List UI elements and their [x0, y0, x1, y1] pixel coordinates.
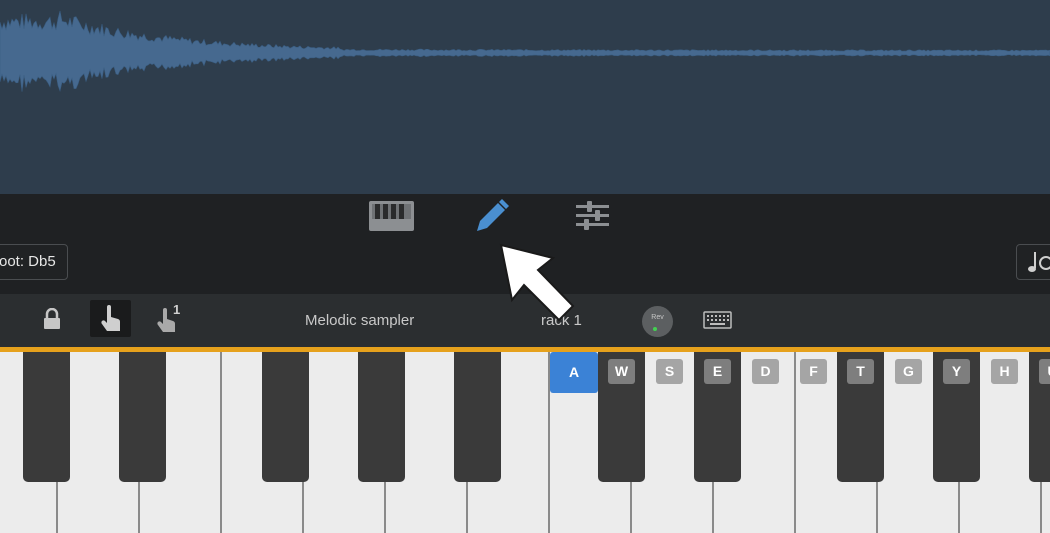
key-label-h: H: [991, 359, 1018, 384]
touch-count-badge: 1: [173, 302, 181, 317]
tempo-button[interactable]: [1016, 244, 1050, 280]
key-label-s: S: [656, 359, 683, 384]
reverb-indicator: [653, 327, 657, 331]
key-label-d: D: [752, 359, 779, 384]
root-note-button[interactable]: oot: Db5: [0, 244, 68, 280]
pencil-icon[interactable]: [472, 198, 510, 239]
single-touch-button[interactable]: 1: [156, 302, 184, 339]
key-label-w: W: [608, 359, 635, 384]
waveform-graphic: [0, 10, 1050, 92]
touch-mode-button[interactable]: [90, 300, 131, 337]
key-label-f: F: [800, 359, 827, 384]
black-key[interactable]: [23, 352, 70, 482]
key-label-g: G: [895, 359, 922, 384]
cursor-arrow-icon: [493, 240, 583, 335]
metronome-note-icon: [1028, 252, 1050, 272]
reverb-label: Rev: [651, 314, 664, 321]
black-key[interactable]: [262, 352, 309, 482]
key-label-y: Y: [943, 359, 970, 384]
key-label-u: U: [1039, 359, 1050, 384]
piano-keyboard[interactable]: A W S E D F T G Y H U: [0, 352, 1050, 533]
piano-keys-icon[interactable]: [368, 200, 415, 237]
sliders-icon[interactable]: [576, 200, 609, 237]
key-label-a: A: [550, 352, 598, 393]
instrument-name[interactable]: Melodic sampler: [305, 312, 414, 329]
waveform-display[interactable]: [0, 0, 1050, 194]
black-key[interactable]: [454, 352, 501, 482]
root-note-label: oot: Db5: [0, 253, 56, 270]
reverb-knob[interactable]: Rev: [642, 306, 673, 337]
key-label-e: E: [704, 359, 731, 384]
black-key[interactable]: [358, 352, 405, 482]
computer-keyboard-icon[interactable]: [703, 311, 732, 334]
black-key[interactable]: [119, 352, 166, 482]
lock-icon[interactable]: [42, 307, 62, 335]
hand-pointer-icon: [101, 305, 121, 331]
key-label-t: T: [847, 359, 874, 384]
